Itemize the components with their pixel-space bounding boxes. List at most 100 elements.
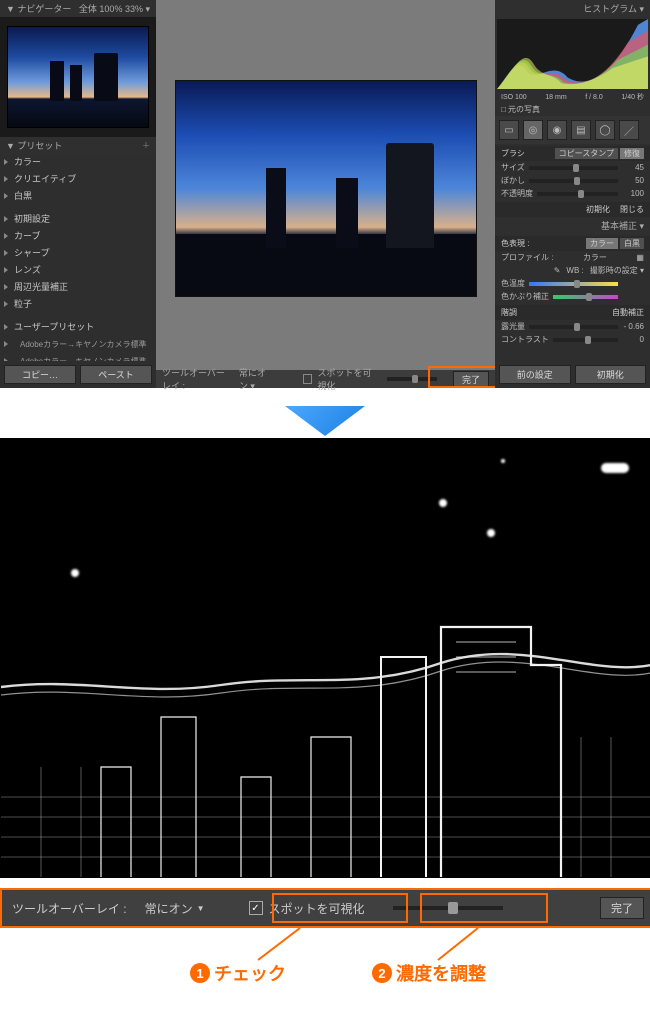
spot-close[interactable]: 閉じる xyxy=(620,204,644,215)
preset-user-item[interactable]: Adobeカラー→キヤノンカメラ標準(カラー… xyxy=(0,353,156,361)
contrast-slider[interactable] xyxy=(553,338,618,342)
overlay-mode-select[interactable]: 常にオン ▾ xyxy=(239,366,275,392)
zoom-fit[interactable]: 全体 xyxy=(79,4,97,14)
temp-label: 色温度 xyxy=(501,278,525,289)
auto-button[interactable]: 自動補正 xyxy=(612,307,644,318)
preset-item[interactable]: レンズ xyxy=(0,262,156,279)
navigator-header[interactable]: ▼ ナビゲーター 全体 100% 33% ▾ xyxy=(0,0,156,17)
overlay-label-2: ツールオーバーレイ : xyxy=(2,900,137,917)
basic-header[interactable]: 基本補正 ▾ xyxy=(495,217,650,234)
done-button-2[interactable]: 完了 xyxy=(600,897,644,919)
histogram[interactable] xyxy=(497,19,648,89)
tone-row: 階調 自動補正 xyxy=(495,305,650,320)
feather-value[interactable]: 50 xyxy=(622,176,644,185)
treatment-label: 色表現 : xyxy=(501,238,529,249)
wb-eyedropper-icon[interactable]: ✎ xyxy=(554,266,561,275)
preset-user-section[interactable]: ユーザープリセット xyxy=(0,319,156,336)
prev-settings-button[interactable]: 前の設定 xyxy=(499,365,571,384)
brush-mode-row: ブラシ コピースタンプ 修復 xyxy=(495,146,650,161)
zoom-33[interactable]: 33% ▾ xyxy=(125,4,150,14)
annotations: 1 チェック 2 濃度を調整 xyxy=(0,928,650,988)
navigator-thumbnail[interactable] xyxy=(0,17,156,137)
crop-original-label[interactable]: □ 元の写真 xyxy=(495,103,650,116)
meta-aperture: f / 8.0 xyxy=(585,94,603,101)
preset-user-item[interactable]: Adobeカラー→キヤノンカメラ標準 xyxy=(0,336,156,353)
preset-item[interactable]: 白黒 xyxy=(0,188,156,205)
size-slider[interactable] xyxy=(529,166,618,170)
main-preview[interactable] xyxy=(175,80,477,297)
lightroom-window: ▼ ナビゲーター 全体 100% 33% ▾ ▼ プリセット ＋ カラー クリエ… xyxy=(0,0,650,388)
preset-item[interactable]: 周辺光量補正 xyxy=(0,279,156,296)
redeye-tool-icon[interactable]: ◉ xyxy=(547,120,567,140)
histogram-header[interactable]: ヒストグラム ▾ xyxy=(495,0,650,17)
annotation-number-1: 1 xyxy=(190,963,210,983)
preset-item[interactable]: カラー xyxy=(0,154,156,171)
right-panel: ヒストグラム ▾ ISO 100 18 mm f / 8.0 1/40 秒 □ … xyxy=(495,0,650,388)
navigator-title: ナビゲーター xyxy=(17,4,71,14)
visualize-spots-checkbox[interactable] xyxy=(303,374,312,384)
preset-item[interactable]: シャープ xyxy=(0,245,156,262)
wb-row: ✎ WB : 撮影時の設定 ▾ xyxy=(495,264,650,277)
annotation-check: 1 チェック xyxy=(190,960,286,986)
reset-button[interactable]: 初期化 xyxy=(575,365,647,384)
arrow-down-icon xyxy=(285,406,365,436)
visualize-threshold-slider[interactable] xyxy=(387,377,437,381)
feather-slider[interactable] xyxy=(529,179,618,183)
overlay-label: ツールオーバーレイ : xyxy=(162,366,233,392)
mode-heal[interactable]: 修復 xyxy=(620,148,644,159)
treatment-color[interactable]: カラー xyxy=(586,238,618,249)
opacity-slider[interactable] xyxy=(537,192,618,196)
tone-label: 階調 xyxy=(501,307,517,318)
tool-strip: ▭ ◎ ◉ ▤ ◯ ／ xyxy=(495,116,650,144)
meta-shutter: 1/40 秒 xyxy=(621,92,644,102)
treatment-bw[interactable]: 白黒 xyxy=(620,238,644,249)
crop-tool-icon[interactable]: ▭ xyxy=(499,120,519,140)
visualize-threshold-slider-2[interactable] xyxy=(393,906,503,910)
preset-section[interactable]: 初期設定 xyxy=(0,211,156,228)
spot-reset[interactable]: 初期化 xyxy=(586,204,610,215)
exposure-slider[interactable] xyxy=(529,325,618,329)
size-label: サイズ xyxy=(501,162,525,173)
copy-button[interactable]: コピー… xyxy=(4,365,76,384)
profile-grid-icon[interactable]: ▦ xyxy=(636,253,644,262)
zoom-100[interactable]: 100% xyxy=(99,4,122,14)
presets-header[interactable]: ▼ プリセット ＋ xyxy=(0,137,156,154)
visualize-spots-label: スポットを可視化 xyxy=(318,366,377,392)
paste-button[interactable]: ペースト xyxy=(80,365,152,384)
spot-tool-icon[interactable]: ◎ xyxy=(523,120,543,140)
presets-title: プリセット xyxy=(17,141,62,151)
visualize-spots-label-2: スポットを可視化 xyxy=(269,900,365,917)
exposure-value[interactable]: - 0.66 xyxy=(622,322,644,331)
done-button[interactable]: 完了 xyxy=(453,371,489,388)
contrast-label: コントラスト xyxy=(501,334,549,345)
radial-tool-icon[interactable]: ◯ xyxy=(595,120,615,140)
profile-row: プロファイル : カラー ▦ xyxy=(495,251,650,264)
temp-slider[interactable] xyxy=(529,282,618,286)
annotation-number-2: 2 xyxy=(372,963,392,983)
basic-title: 基本補正 ▾ xyxy=(601,219,644,232)
gradient-tool-icon[interactable]: ▤ xyxy=(571,120,591,140)
tint-label: 色かぶり補正 xyxy=(501,291,549,302)
feather-label: ぼかし xyxy=(501,175,525,186)
size-value[interactable]: 45 xyxy=(622,163,644,172)
exposure-label: 露光量 xyxy=(501,321,525,332)
profile-value[interactable]: カラー xyxy=(583,252,607,263)
visualize-result-preview xyxy=(0,438,650,878)
presets-list: カラー クリエイティブ 白黒 初期設定 カーブ シャープ レンズ 周辺光量補正 … xyxy=(0,154,156,361)
mode-clone[interactable]: コピースタンプ xyxy=(555,148,618,159)
preset-item[interactable]: 粒子 xyxy=(0,296,156,313)
brush-tool-icon[interactable]: ／ xyxy=(619,120,639,140)
visualize-spots-checkbox-2[interactable]: ✓ xyxy=(249,901,263,915)
tint-slider[interactable] xyxy=(553,295,618,299)
wb-value[interactable]: 撮影時の設定 ▾ xyxy=(590,265,644,276)
treatment-row: 色表現 : カラー 白黒 xyxy=(495,236,650,251)
center-toolbar: ツールオーバーレイ : 常にオン ▾ スポットを可視化 完了 xyxy=(156,370,495,388)
contrast-value[interactable]: 0 xyxy=(622,335,644,344)
meta-focal: 18 mm xyxy=(545,94,566,101)
brush-label: ブラシ xyxy=(501,148,525,159)
overlay-mode-select-2[interactable]: 常にオン ▼ xyxy=(137,900,213,917)
profile-label: プロファイル : xyxy=(501,252,553,263)
preset-item[interactable]: カーブ xyxy=(0,228,156,245)
opacity-value[interactable]: 100 xyxy=(622,189,644,198)
preset-item[interactable]: クリエイティブ xyxy=(0,171,156,188)
